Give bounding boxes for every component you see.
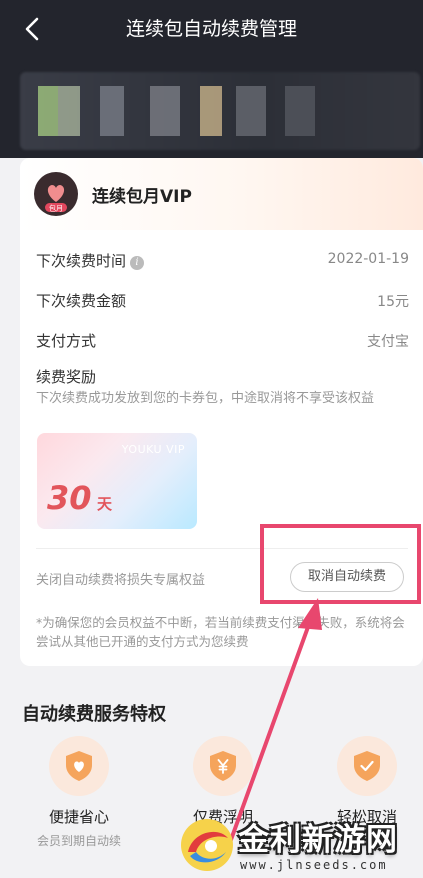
renewal-reward-title: 续费奖励 — [36, 368, 97, 386]
renewal-reward-description: 下次续费成功发放到您的卡券包，中途取消将不享受该权益 — [36, 391, 375, 406]
info-icon[interactable]: i — [130, 256, 145, 270]
badge-label: 包月 — [49, 204, 63, 213]
payment-method-label: 支付方式 — [36, 332, 97, 350]
privilege-item-convenient: 便捷省心 会员到期自动续 — [24, 736, 134, 849]
page-title: 连续包自动续费管理 — [125, 18, 297, 40]
next-renewal-amount-label: 下次续费金额 — [36, 292, 127, 310]
vip-plan-name: 连续包月VIP — [92, 187, 192, 207]
row-label-text: 下次续费时间 — [36, 252, 127, 270]
site-watermark: 金利新游网 www.jlnseeds.com — [178, 810, 423, 878]
vip-badge-icon: 包月 — [34, 172, 78, 216]
privileges-section-title: 自动续费服务特权 — [22, 704, 166, 725]
next-renewal-amount-value: 15元 — [377, 294, 409, 310]
yuan-shield-icon — [193, 736, 253, 796]
next-renewal-time-value: 2022-01-19 — [327, 251, 409, 267]
reward-coupon: YOUKU VIP 30 天 — [37, 433, 197, 529]
card-header: 包月 连续包月VIP — [20, 158, 423, 230]
coupon-brand: YOUKU VIP — [121, 443, 185, 456]
watermark-logo-icon — [181, 819, 233, 871]
coupon-days-number: 30 — [47, 479, 92, 517]
coupon-days-unit: 天 — [97, 495, 113, 513]
heart-shield-icon — [49, 736, 109, 796]
privilege-title: 便捷省心 — [48, 808, 109, 826]
check-shield-icon — [337, 736, 397, 796]
watermark-text: 金利新游网 — [238, 822, 398, 858]
cancel-warning-text: 关闭自动续费将损失专属权益 — [36, 573, 206, 588]
payment-method-value: 支付宝 — [367, 334, 409, 350]
privilege-subtitle: 会员到期自动续 — [36, 834, 121, 848]
subscription-card: 包月 连续包月VIP 下次续费时间 i 2022-01-19 下次续费金额 15元… — [20, 158, 423, 666]
next-renewal-time-label: 下次续费时间 i — [36, 250, 145, 271]
renewal-fallback-note: *为确保您的会员权益不中断，若当前续费支付渠道失败，系统将会尝试从其他已开通的支… — [36, 615, 405, 649]
watermark-url: www.jlnseeds.com — [240, 858, 388, 872]
highlight-box — [260, 524, 421, 604]
top-header: 连续包自动续费管理 — [0, 0, 423, 158]
